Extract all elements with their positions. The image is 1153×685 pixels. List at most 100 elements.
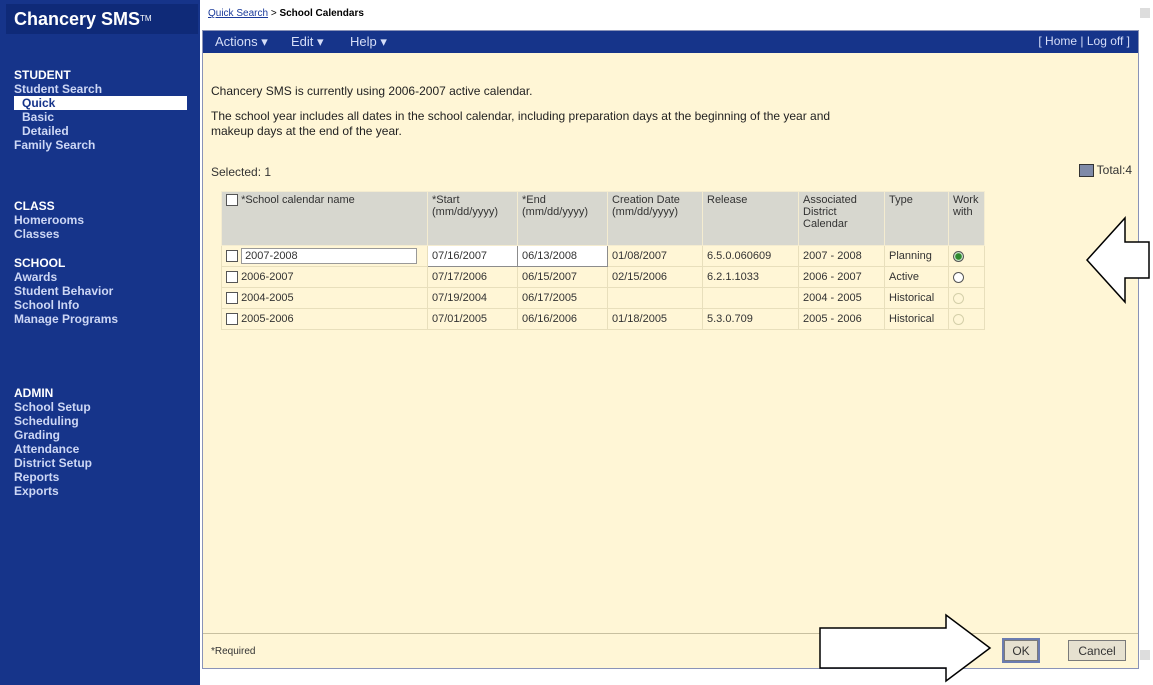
cell-district: 2004 - 2005	[798, 287, 885, 309]
row-checkbox[interactable]	[226, 313, 238, 326]
col-header-name: *School calendar name	[221, 191, 428, 246]
logoff-link[interactable]: Log off	[1087, 34, 1123, 48]
sidebar-group-admin: ADMIN School Setup Scheduling Grading At…	[14, 387, 194, 499]
sidebar-item-quick[interactable]: Quick	[14, 96, 187, 110]
menu-actions[interactable]: Actions ▾	[215, 34, 268, 50]
row-checkbox[interactable]	[226, 292, 238, 305]
work-with-radio-disabled	[953, 292, 964, 304]
row-checkbox[interactable]	[226, 271, 238, 284]
table-header-row: *School calendar name *Start (mm/dd/yyyy…	[221, 191, 985, 246]
end-input[interactable]: 06/13/2008	[517, 245, 608, 267]
sidebar-item-classes[interactable]: Classes	[14, 227, 194, 241]
cell-creation: 01/08/2007	[607, 245, 703, 267]
cell-name-text: 2005-2006	[241, 312, 294, 325]
cell-start: 07/19/2004	[427, 287, 518, 309]
cell-end: 06/15/2007	[517, 266, 608, 288]
sidebar-item-reports[interactable]: Reports	[14, 470, 194, 484]
cell-name: 2006-2007	[221, 266, 428, 288]
logo-text: Chancery SMS	[14, 9, 141, 29]
cancel-button[interactable]: Cancel	[1068, 640, 1126, 661]
sidebar-item-family-search[interactable]: Family Search	[14, 138, 194, 152]
col-header-work-with: Work with	[948, 191, 985, 246]
cell-release: 6.2.1.1033	[702, 266, 799, 288]
col-header-district: Associated District Calendar	[798, 191, 885, 246]
sidebar-group-student: STUDENT Student Search Quick Basic Detai…	[14, 69, 194, 152]
cell-district: 2007 - 2008	[798, 245, 885, 267]
start-input[interactable]: 07/16/2007	[427, 245, 518, 267]
main-panel: Actions ▾ Edit ▾ Help ▾ [ Home | Log off…	[202, 30, 1139, 669]
sidebar-item-homerooms[interactable]: Homerooms	[14, 213, 194, 227]
sidebar-group-class: CLASS Homerooms Classes	[14, 200, 194, 242]
sidebar-head-student: STUDENT	[14, 68, 71, 82]
sidebar-item-exports[interactable]: Exports	[14, 484, 194, 498]
cell-release: 5.3.0.709	[702, 308, 799, 330]
sidebar-item-district-setup[interactable]: District Setup	[14, 456, 194, 470]
sidebar-item-basic[interactable]: Basic	[14, 110, 194, 124]
cell-creation: 01/18/2005	[607, 308, 703, 330]
row-checkbox[interactable]	[226, 250, 238, 263]
home-link[interactable]: Home	[1045, 34, 1077, 48]
col-header-name-label: *School calendar name	[241, 194, 355, 206]
cell-name-text: 2006-2007	[241, 270, 294, 283]
col-header-release: Release	[702, 191, 799, 246]
sidebar-item-manage-programs[interactable]: Manage Programs	[14, 312, 194, 326]
work-with-radio-disabled	[953, 313, 964, 325]
top-links: [ Home | Log off ]	[1038, 34, 1130, 48]
breadcrumb-quick-search-link[interactable]: Quick Search	[208, 8, 268, 19]
sidebar-item-awards[interactable]: Awards	[14, 270, 194, 284]
work-with-radio[interactable]	[953, 250, 964, 262]
name-input[interactable]: 2007-2008	[241, 248, 418, 264]
sidebar-item-student-behavior[interactable]: Student Behavior	[14, 284, 194, 298]
cell-name-text: 2004-2005	[241, 291, 294, 304]
cell-district: 2006 - 2007	[798, 266, 885, 288]
total-count: Total:4	[1078, 163, 1132, 178]
cell-type: Historical	[884, 287, 949, 309]
breadcrumb-current: School Calendars	[279, 8, 364, 19]
table-row: 2004-2005 07/19/2004 06/17/2005 2004 - 2…	[221, 287, 985, 309]
cell-name: 2004-2005	[221, 287, 428, 309]
cell-work-with	[948, 245, 985, 267]
info-text-line2: makeup days at the end of the year.	[211, 124, 402, 138]
sidebar-item-student-search[interactable]: Student Search	[14, 82, 194, 96]
menu-bar: Actions ▾ Edit ▾ Help ▾ [ Home | Log off…	[203, 31, 1138, 53]
col-header-end: *End (mm/dd/yyyy)	[517, 191, 608, 246]
menu-help[interactable]: Help ▾	[350, 34, 387, 50]
cell-end: 06/17/2005	[517, 287, 608, 309]
col-header-start: *Start (mm/dd/yyyy)	[427, 191, 518, 246]
cell-creation	[607, 287, 703, 309]
cell-type: Historical	[884, 308, 949, 330]
sidebar-item-attendance[interactable]: Attendance	[14, 442, 194, 456]
col-header-creation: Creation Date (mm/dd/yyyy)	[607, 191, 703, 246]
footer-bar: *Required OK Cancel	[203, 633, 1138, 668]
menu-edit[interactable]: Edit ▾	[291, 34, 324, 50]
printer-icon[interactable]	[1078, 164, 1094, 178]
cell-name: 2007-2008	[221, 245, 428, 267]
selected-count: Selected: 1	[211, 165, 272, 179]
info-text-line1: The school year includes all dates in th…	[211, 109, 831, 123]
active-calendar-message: Chancery SMS is currently using 2006-200…	[211, 84, 533, 98]
sidebar-head-school: SCHOOL	[14, 256, 66, 270]
select-all-checkbox[interactable]	[226, 194, 238, 207]
table-row: 2006-2007 07/17/2006 06/15/2007 02/15/20…	[221, 266, 985, 288]
table-row: 2007-2008 07/16/2007 06/13/2008 01/08/20…	[221, 245, 985, 267]
cell-start: 07/01/2005	[427, 308, 518, 330]
sidebar-item-school-info[interactable]: School Info	[14, 298, 194, 312]
breadcrumb-separator: >	[270, 8, 277, 19]
cell-type: Planning	[884, 245, 949, 267]
work-with-radio[interactable]	[953, 271, 964, 283]
scrollbar-top[interactable]	[1140, 8, 1150, 18]
sidebar-item-school-setup[interactable]: School Setup	[14, 400, 194, 414]
sidebar: Chancery SMSTM STUDENT Student Search Qu…	[0, 0, 200, 685]
sidebar-item-scheduling[interactable]: Scheduling	[14, 414, 194, 428]
cell-work-with	[948, 266, 985, 288]
pointer-arrow-left-icon	[1085, 216, 1150, 304]
sidebar-item-detailed[interactable]: Detailed	[14, 124, 194, 138]
ok-button[interactable]: OK	[1002, 638, 1040, 663]
scrollbar-bottom[interactable]	[1140, 650, 1150, 660]
school-calendars-table: *School calendar name *Start (mm/dd/yyyy…	[221, 191, 985, 330]
sidebar-item-grading[interactable]: Grading	[14, 428, 194, 442]
cell-start: 07/17/2006	[427, 266, 518, 288]
cell-type: Active	[884, 266, 949, 288]
cell-creation: 02/15/2006	[607, 266, 703, 288]
cell-work-with	[948, 308, 985, 330]
